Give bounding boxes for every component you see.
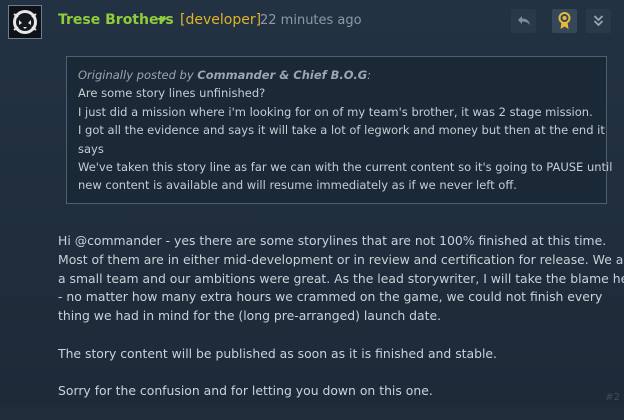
quote-line: says: [78, 141, 104, 156]
body-line: thing we had in mind for the (long pre-a…: [58, 308, 442, 324]
post-body: Hi @commander - yes there are some story…: [58, 232, 624, 420]
reply-arrow-icon: [518, 16, 530, 25]
author-dropdown-icon[interactable]: [157, 18, 167, 23]
body-paragraph: Hi @commander - yes there are some story…: [58, 232, 624, 326]
quote-author[interactable]: Commander & Chief B.O.G: [197, 68, 367, 82]
quote-block: Originally posted by Commander & Chief B…: [66, 56, 613, 204]
reply-button[interactable]: [511, 9, 536, 33]
double-chevron-down-icon: [593, 15, 604, 27]
quote-line: I got all the evidence and says it will …: [78, 123, 605, 138]
post-number[interactable]: #2: [605, 392, 620, 403]
body-paragraph: The story content will be published as s…: [58, 345, 497, 361]
quote-prefix: Originally posted by: [78, 68, 194, 82]
developer-badge: [developer]: [180, 12, 262, 28]
post-timestamp: 22 minutes ago: [260, 13, 362, 28]
body-line: - no matter how many extra hours we cram…: [58, 289, 603, 305]
avatar[interactable]: [8, 5, 42, 39]
award-ribbon-icon: [558, 12, 571, 29]
quote-attribution: Originally posted by Commander & Chief B…: [78, 68, 372, 82]
body-line: Hi @commander - yes there are some story…: [58, 233, 607, 248]
quote-line: new content is available and will resume…: [78, 178, 517, 193]
quote-line: We've taken this story line as far we ca…: [78, 160, 613, 175]
quote-line: Are some story lines unfinished?: [78, 86, 266, 101]
skull-emblem-icon: [13, 10, 37, 34]
quote-line: I just did a mission where i'm looking f…: [78, 104, 593, 119]
body-line: Most of them are in either mid-developme…: [58, 251, 624, 267]
body-line: a small team and our ambitions were grea…: [58, 270, 624, 286]
forum-post: Trese Brothers [developer] 22 minutes ag…: [0, 0, 624, 405]
body-paragraph: Sorry for the confusion and for letting …: [58, 383, 433, 399]
more-options-button[interactable]: [586, 9, 611, 33]
award-button[interactable]: [552, 9, 577, 33]
